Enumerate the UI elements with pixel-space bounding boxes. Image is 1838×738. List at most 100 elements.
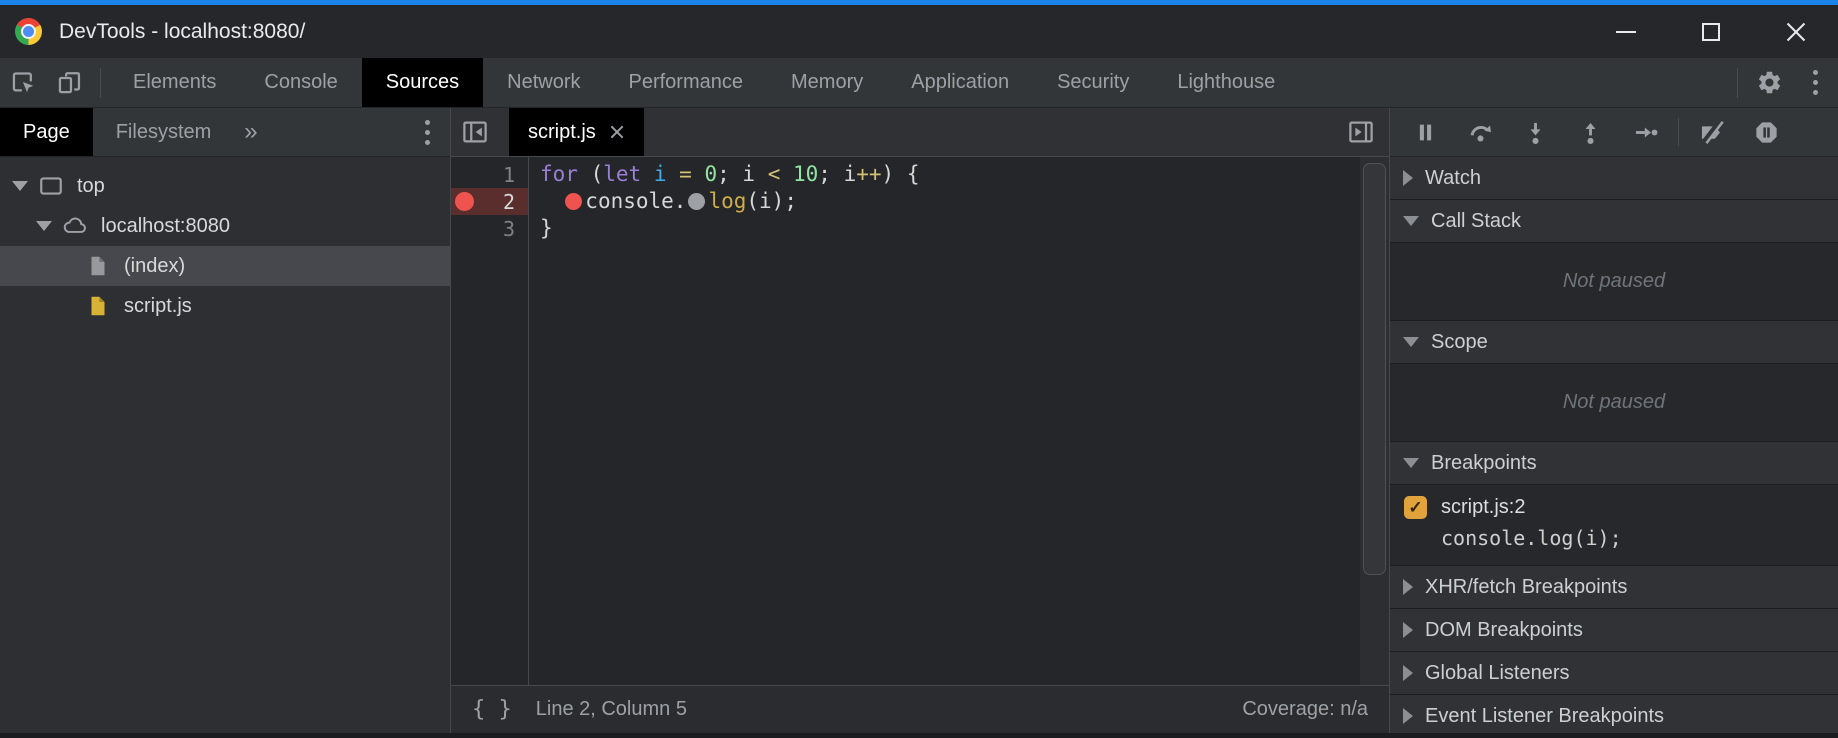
- tab-filesystem[interactable]: Filesystem: [93, 108, 235, 156]
- toggle-device-toolbar-button[interactable]: [46, 58, 92, 107]
- editor-column: script.js 1 2 3 for (let i = 0;: [451, 108, 1389, 733]
- navigator-menu-button[interactable]: [425, 120, 430, 145]
- gutter-line-2-breakpoint[interactable]: 2: [451, 188, 528, 215]
- tree-item-scriptjs[interactable]: script.js: [0, 286, 450, 326]
- breakpoint-code-snippet: console.log(i);: [1441, 526, 1824, 550]
- debugger-toolbar: [1390, 108, 1838, 157]
- tree-item-index[interactable]: (index): [0, 246, 450, 286]
- inspect-element-button[interactable]: [0, 58, 46, 107]
- window-title: DevTools - localhost:8080/: [59, 20, 305, 44]
- toolbar-separator: [1737, 68, 1738, 98]
- expand-arrow-icon[interactable]: [36, 221, 62, 231]
- editor-tab-bar: script.js: [451, 108, 1389, 157]
- devtools-window: DevTools - localhost:8080/ Elements Cons…: [0, 0, 1838, 738]
- navigator-toggle-icon: [460, 117, 490, 147]
- panel-tabs: Elements Console Sources Network Perform…: [109, 58, 1299, 107]
- section-call-stack[interactable]: Call Stack: [1390, 200, 1838, 243]
- script-file-icon: [85, 293, 111, 319]
- device-toolbar-icon: [56, 69, 83, 96]
- more-options-button[interactable]: [1792, 58, 1838, 107]
- section-dom-breakpoints[interactable]: DOM Breakpoints: [1390, 609, 1838, 652]
- tree-item-label: (index): [124, 255, 185, 278]
- cursor-position-label: Line 2, Column 5: [536, 698, 687, 721]
- line-number-gutter: 1 2 3: [451, 157, 529, 685]
- expanded-arrow-icon: [1403, 458, 1419, 468]
- deactivate-breakpoints-icon: [1698, 119, 1725, 146]
- step-over-icon: [1467, 119, 1494, 146]
- not-paused-message: Not paused: [1390, 364, 1838, 441]
- tab-lighthouse[interactable]: Lighthouse: [1153, 58, 1299, 107]
- code-area[interactable]: for (let i = 0; i < 10; i++) { console.l…: [529, 157, 1360, 685]
- debugger-sidebar: Watch Call Stack Not paused Scope Not pa…: [1389, 108, 1838, 733]
- section-watch[interactable]: Watch: [1390, 157, 1838, 200]
- section-xhr-fetch-breakpoints[interactable]: XHR/fetch Breakpoints: [1390, 566, 1838, 609]
- tab-application[interactable]: Application: [887, 58, 1033, 107]
- step-into-button[interactable]: [1508, 108, 1563, 156]
- code-editor: 1 2 3 for (let i = 0; i < 10; i++) { con…: [451, 157, 1389, 685]
- step-button[interactable]: [1618, 108, 1673, 156]
- close-tab-icon[interactable]: [609, 124, 625, 140]
- hide-navigator-button[interactable]: [451, 108, 499, 156]
- scrollbar-thumb[interactable]: [1363, 163, 1386, 575]
- gutter-line-1[interactable]: 1: [451, 161, 528, 188]
- more-tabs-chevron[interactable]: »: [234, 118, 267, 146]
- tab-security[interactable]: Security: [1033, 58, 1153, 107]
- deactivate-breakpoints-button[interactable]: [1684, 108, 1739, 156]
- debugger-toolbar-separator: [1678, 118, 1679, 146]
- pause-on-exceptions-icon: [1753, 119, 1780, 146]
- section-label: Breakpoints: [1431, 452, 1537, 475]
- editor-tab-scriptjs[interactable]: script.js: [509, 108, 644, 156]
- coverage-status-label: Coverage: n/a: [1242, 698, 1368, 721]
- maximize-button[interactable]: [1668, 5, 1753, 58]
- editor-scrollbar[interactable]: [1360, 157, 1389, 685]
- collapsed-arrow-icon: [1403, 665, 1413, 681]
- expand-arrow-icon[interactable]: [12, 181, 38, 191]
- scope-content: Not paused: [1390, 364, 1838, 442]
- collapsed-arrow-icon: [1403, 622, 1413, 638]
- collapsed-arrow-icon: [1403, 579, 1413, 595]
- show-debugger-sidebar-button[interactable]: [1337, 108, 1385, 156]
- tab-elements[interactable]: Elements: [109, 58, 240, 107]
- tab-console[interactable]: Console: [240, 58, 361, 107]
- section-event-listener-breakpoints[interactable]: Event Listener Breakpoints: [1390, 695, 1838, 738]
- pretty-print-button[interactable]: { }: [472, 697, 512, 722]
- breakpoint-entry[interactable]: ✓ script.js:2 console.log(i);: [1390, 485, 1838, 565]
- section-label: Watch: [1425, 167, 1481, 190]
- editor-tab-label: script.js: [528, 121, 596, 144]
- tab-sources[interactable]: Sources: [362, 58, 483, 107]
- breakpoint-checkbox[interactable]: ✓: [1404, 496, 1427, 519]
- breakpoints-content: ✓ script.js:2 console.log(i);: [1390, 485, 1838, 566]
- step-out-button[interactable]: [1563, 108, 1618, 156]
- section-global-listeners[interactable]: Global Listeners: [1390, 652, 1838, 695]
- tree-item-top[interactable]: top: [0, 166, 450, 206]
- tree-item-localhost[interactable]: localhost:8080: [0, 206, 450, 246]
- section-label: Call Stack: [1431, 210, 1521, 233]
- tab-memory[interactable]: Memory: [767, 58, 887, 107]
- breakpoint-icon[interactable]: [455, 192, 474, 211]
- titlebar: DevTools - localhost:8080/: [0, 5, 1838, 58]
- tab-network[interactable]: Network: [483, 58, 604, 107]
- section-label: DOM Breakpoints: [1425, 619, 1583, 642]
- step-over-button[interactable]: [1453, 108, 1508, 156]
- minimize-icon: [1616, 31, 1636, 33]
- sources-panel: Page Filesystem » top: [0, 108, 1838, 733]
- pause-script-button[interactable]: [1398, 108, 1453, 156]
- inline-breakpoint-active-icon[interactable]: [565, 193, 582, 210]
- step-into-icon: [1522, 119, 1549, 146]
- tab-page[interactable]: Page: [0, 108, 93, 156]
- frame-icon: [38, 173, 64, 199]
- gear-icon: [1756, 69, 1783, 96]
- section-scope[interactable]: Scope: [1390, 321, 1838, 364]
- navigator-sidebar: Page Filesystem » top: [0, 108, 451, 733]
- collapsed-arrow-icon: [1403, 170, 1413, 186]
- tab-performance[interactable]: Performance: [605, 58, 768, 107]
- pause-on-exceptions-button[interactable]: [1739, 108, 1794, 156]
- section-label: Global Listeners: [1425, 662, 1570, 685]
- code-line-1: for (let i = 0; i < 10; i++) {: [540, 161, 1360, 188]
- section-breakpoints[interactable]: Breakpoints: [1390, 442, 1838, 485]
- minimize-button[interactable]: [1583, 5, 1668, 58]
- gutter-line-3[interactable]: 3: [451, 215, 528, 242]
- close-button[interactable]: [1753, 5, 1838, 58]
- inline-breakpoint-candidate-icon[interactable]: [688, 193, 705, 210]
- settings-button[interactable]: [1746, 58, 1792, 107]
